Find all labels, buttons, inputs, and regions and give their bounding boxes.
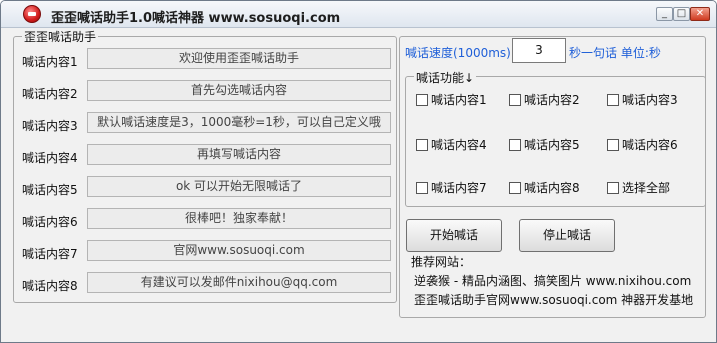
- checkbox-box[interactable]: [509, 138, 521, 151]
- message-label-4: 喊话内容4: [22, 151, 78, 165]
- checkbox-label: 喊话内容2: [524, 93, 580, 107]
- message-input-8[interactable]: 有建议可以发邮件nixihou@qq.com: [87, 272, 391, 293]
- message-input-6[interactable]: 很棒吧！独家奉献！: [87, 208, 391, 229]
- minimize-button[interactable]: _: [656, 7, 673, 21]
- message-input-1[interactable]: 欢迎使用歪歪喊话助手: [87, 48, 391, 69]
- checkbox-message-3[interactable]: 喊话内容3: [607, 91, 678, 108]
- recommend-title: 推荐网站：: [411, 255, 472, 269]
- message-label-6: 喊话内容6: [22, 215, 78, 229]
- checkbox-label: 喊话内容1: [431, 93, 487, 107]
- checkbox-label: 喊话内容4: [431, 138, 487, 152]
- message-input-3[interactable]: 默认喊话速度是3，1000毫秒=1秒，可以自己定义哦: [87, 112, 391, 133]
- message-label-2: 喊话内容2: [22, 87, 78, 101]
- checkbox-message-2[interactable]: 喊话内容2: [509, 91, 580, 108]
- close-button[interactable]: ✕: [690, 7, 710, 21]
- message-label-8: 喊话内容8: [22, 279, 78, 293]
- checkbox-message-8[interactable]: 喊话内容8: [509, 179, 580, 196]
- speed-unit-label: 秒一句话 单位:秒: [569, 46, 661, 60]
- checkbox-message-5[interactable]: 喊话内容5: [509, 136, 580, 153]
- checkbox-box[interactable]: [607, 181, 619, 194]
- message-label-5: 喊话内容5: [22, 183, 78, 197]
- messages-group-title: 歪歪喊话助手: [22, 28, 99, 45]
- checkbox-box[interactable]: [416, 93, 428, 106]
- speed-input[interactable]: 3: [512, 38, 566, 63]
- stop-button[interactable]: 停止喊话: [519, 219, 615, 252]
- checkbox-message-1[interactable]: 喊话内容1: [416, 91, 487, 108]
- start-button[interactable]: 开始喊话: [406, 219, 502, 252]
- message-label-7: 喊话内容7: [22, 247, 78, 261]
- message-input-4[interactable]: 再填写喊话内容: [87, 144, 391, 165]
- recommend-link-1[interactable]: 逆袭猴 - 精品内涵图、搞笑图片 www.nixihou.com: [414, 272, 691, 289]
- app-logo-icon[interactable]: [23, 5, 41, 23]
- message-input-2[interactable]: 首先勾选喊话内容: [87, 80, 391, 101]
- checkbox-message-7[interactable]: 喊话内容7: [416, 179, 487, 196]
- message-label-3: 喊话内容3: [22, 119, 78, 133]
- checkbox-box[interactable]: [509, 181, 521, 194]
- checkbox-box[interactable]: [607, 138, 619, 151]
- maximize-button[interactable]: □: [673, 7, 690, 21]
- checkbox-message-4[interactable]: 喊话内容4: [416, 136, 487, 153]
- checkbox-label: 喊话内容8: [524, 181, 580, 195]
- message-input-5[interactable]: ok 可以开始无限喊话了: [87, 176, 391, 197]
- checkbox-box[interactable]: [509, 93, 521, 106]
- checkbox-label: 选择全部: [622, 181, 671, 195]
- checkbox-box[interactable]: [416, 181, 428, 194]
- checkbox-label: 喊话内容5: [524, 138, 580, 152]
- message-input-7[interactable]: 官网www.sosuoqi.com: [87, 240, 391, 261]
- recommend-link-2[interactable]: 歪歪喊话助手官网www.sosuoqi.com 神器开发基地: [414, 291, 693, 308]
- checkbox-box[interactable]: [607, 93, 619, 106]
- checkbox-label: 喊话内容6: [622, 138, 678, 152]
- checkbox-box[interactable]: [416, 138, 428, 151]
- functions-group-title: 喊话功能↓: [414, 69, 477, 86]
- messages-group: [13, 36, 397, 303]
- checkbox-label: 喊话内容3: [622, 93, 678, 107]
- checkbox-label: 喊话内容7: [431, 181, 487, 195]
- speed-label: 喊话速度(1000ms):: [405, 46, 515, 60]
- title-bar[interactable]: 歪歪喊话助手1.0喊话神器 www.sosuoqi.com _ □ ✕: [1, 1, 716, 28]
- checkbox-select-all[interactable]: 选择全部: [607, 179, 670, 196]
- checkbox-message-6[interactable]: 喊话内容6: [607, 136, 678, 153]
- message-label-1: 喊话内容1: [22, 55, 78, 69]
- window-title: 歪歪喊话助手1.0喊话神器 www.sosuoqi.com: [51, 11, 341, 26]
